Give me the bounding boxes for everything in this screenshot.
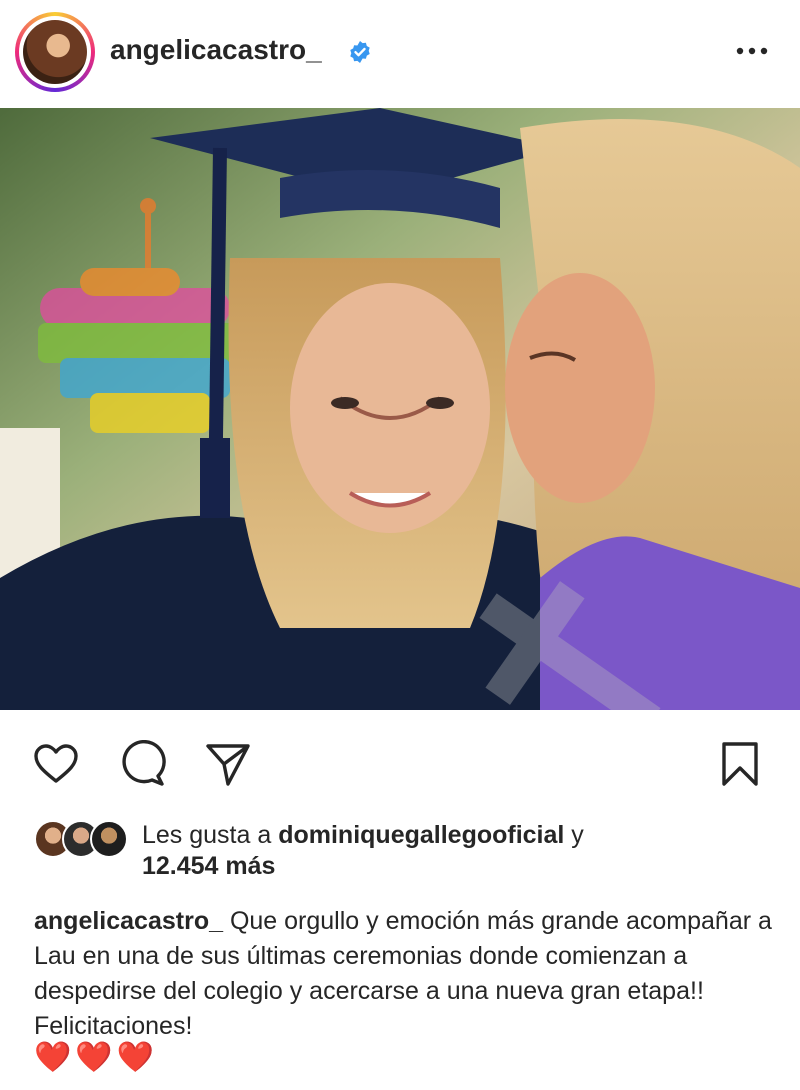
verified-badge-icon	[350, 41, 370, 63]
story-ring[interactable]	[15, 12, 95, 92]
post-username[interactable]: angelicacastro_	[110, 34, 322, 66]
likes-prefix: Les gusta a	[142, 821, 279, 849]
more-dots-icon[interactable]	[732, 36, 772, 66]
post-caption: angelicacastro_ Que orgullo y emoción má…	[34, 904, 774, 1044]
liker-avatar	[90, 820, 128, 858]
photo-illustration	[0, 108, 800, 710]
comment-icon[interactable]	[118, 740, 166, 788]
action-bar	[0, 730, 800, 790]
likes-summary: Les gusta a dominiquegallegooficial y	[142, 818, 584, 852]
send-icon[interactable]	[204, 740, 252, 788]
liker-avatars[interactable]	[34, 820, 134, 858]
bookmark-icon[interactable]	[716, 740, 764, 788]
caption-emoji: ❤️❤️❤️	[34, 1041, 159, 1074]
likes-conjunction: y	[564, 821, 584, 849]
liker-username[interactable]: dominiquegallegooficial	[278, 821, 564, 849]
post-photo[interactable]	[0, 108, 800, 710]
post-header: angelicacastro_	[0, 0, 800, 108]
caption-username[interactable]: angelicacastro_	[34, 907, 223, 935]
avatar[interactable]	[23, 20, 87, 84]
heart-icon[interactable]	[32, 740, 80, 788]
likes-count[interactable]: 12.454 más	[142, 852, 275, 881]
avatar-frame	[19, 16, 91, 88]
